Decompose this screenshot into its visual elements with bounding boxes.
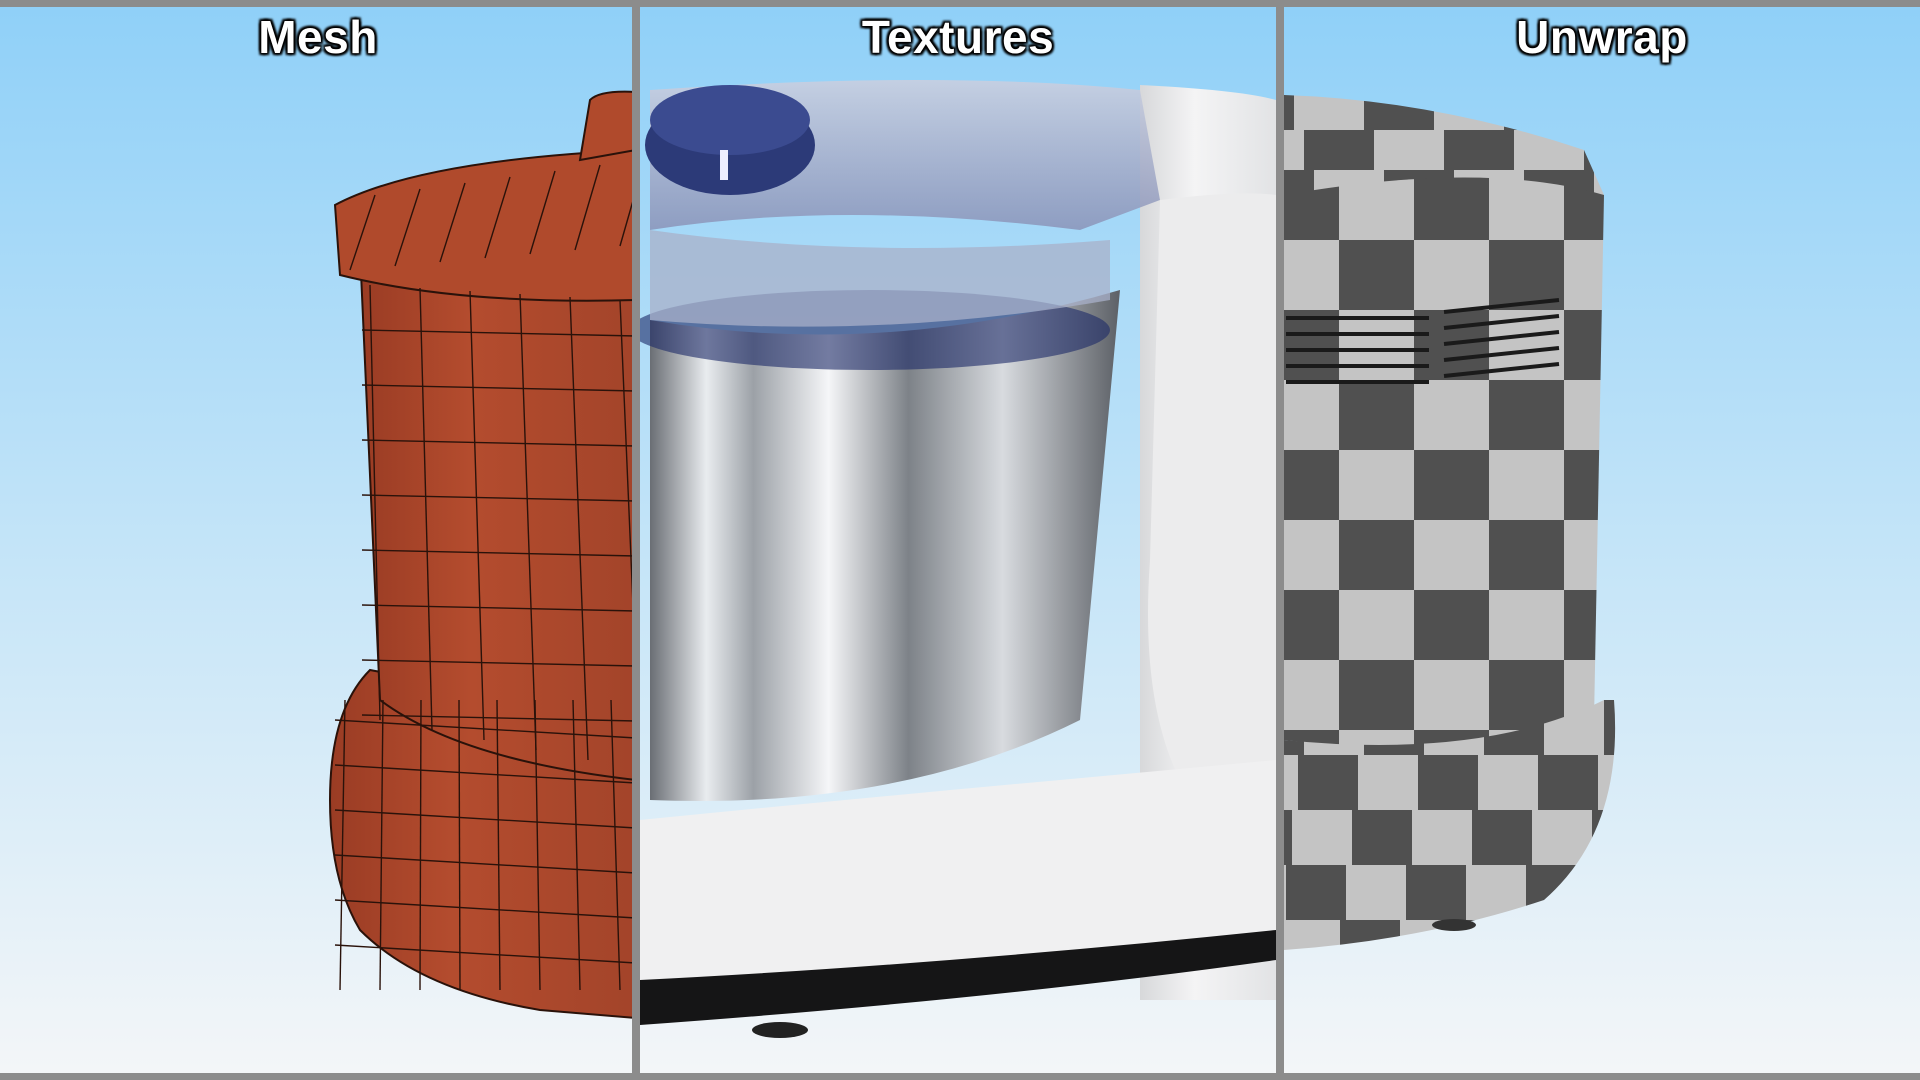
checker-tile [1284, 310, 1339, 380]
checker-tile [1339, 240, 1414, 310]
checker-tile [1304, 130, 1374, 170]
checker-tile [1284, 660, 1339, 730]
checker-tile [1339, 590, 1414, 660]
checker-tile [1444, 130, 1514, 170]
checker-tile [1412, 810, 1472, 865]
checker-tile [1414, 520, 1489, 590]
checker-tile [1339, 660, 1414, 730]
checker-tile [1478, 755, 1538, 810]
checker-tile [1414, 590, 1489, 660]
checker-tile [1284, 450, 1339, 520]
checker-tile [1489, 380, 1564, 450]
checker-tile [1414, 177, 1489, 240]
checker-tile [1298, 755, 1358, 810]
checker-tile [1339, 380, 1414, 450]
checker-tile [1414, 380, 1489, 450]
checker-tile [1284, 520, 1339, 590]
divider-left[interactable] [632, 0, 640, 1080]
mesh-render [0, 0, 636, 1080]
checker-tile [1472, 810, 1532, 865]
checker-tile [1339, 450, 1414, 520]
checker-tile [1284, 240, 1339, 310]
checker-tile [1538, 755, 1598, 810]
unwrap-render [1284, 0, 1920, 1080]
checker-tile [1286, 865, 1346, 920]
checker-tile [1284, 95, 1294, 130]
unwrap-panel: Unwrap [1284, 0, 1920, 1080]
checker-tile [1414, 240, 1489, 310]
textures-panel: Textures [640, 0, 1276, 1080]
divider-right[interactable] [1276, 0, 1284, 1080]
frame-bottom [0, 1073, 1920, 1080]
checker-tile [1374, 130, 1444, 170]
checker-tile [1406, 865, 1466, 920]
checker-tile [1352, 810, 1412, 865]
checker-tile [1489, 590, 1564, 660]
checker-tile [1358, 755, 1418, 810]
frame-top [0, 0, 1920, 7]
textures-render [640, 0, 1276, 1080]
checker-tile [1284, 590, 1339, 660]
checker-tile [1414, 660, 1489, 730]
checker-tile [1284, 130, 1304, 170]
checker-tile [1489, 520, 1564, 590]
checker-tile [1489, 450, 1564, 520]
checker-tile [1339, 310, 1414, 380]
checker-tile [1489, 660, 1564, 730]
checker-tile [1292, 810, 1352, 865]
checker-tile [1339, 520, 1414, 590]
checker-tile [1414, 450, 1489, 520]
checker-tile [1346, 865, 1406, 920]
checker-tile [1284, 810, 1292, 865]
checker-tile [1418, 755, 1478, 810]
render-stage: Mesh Textures Unwrap [0, 0, 1920, 1080]
checker-tile [1284, 865, 1286, 920]
checker-tile [1284, 380, 1339, 450]
checker-tile [1284, 755, 1298, 810]
mesh-panel: Mesh [0, 0, 636, 1080]
